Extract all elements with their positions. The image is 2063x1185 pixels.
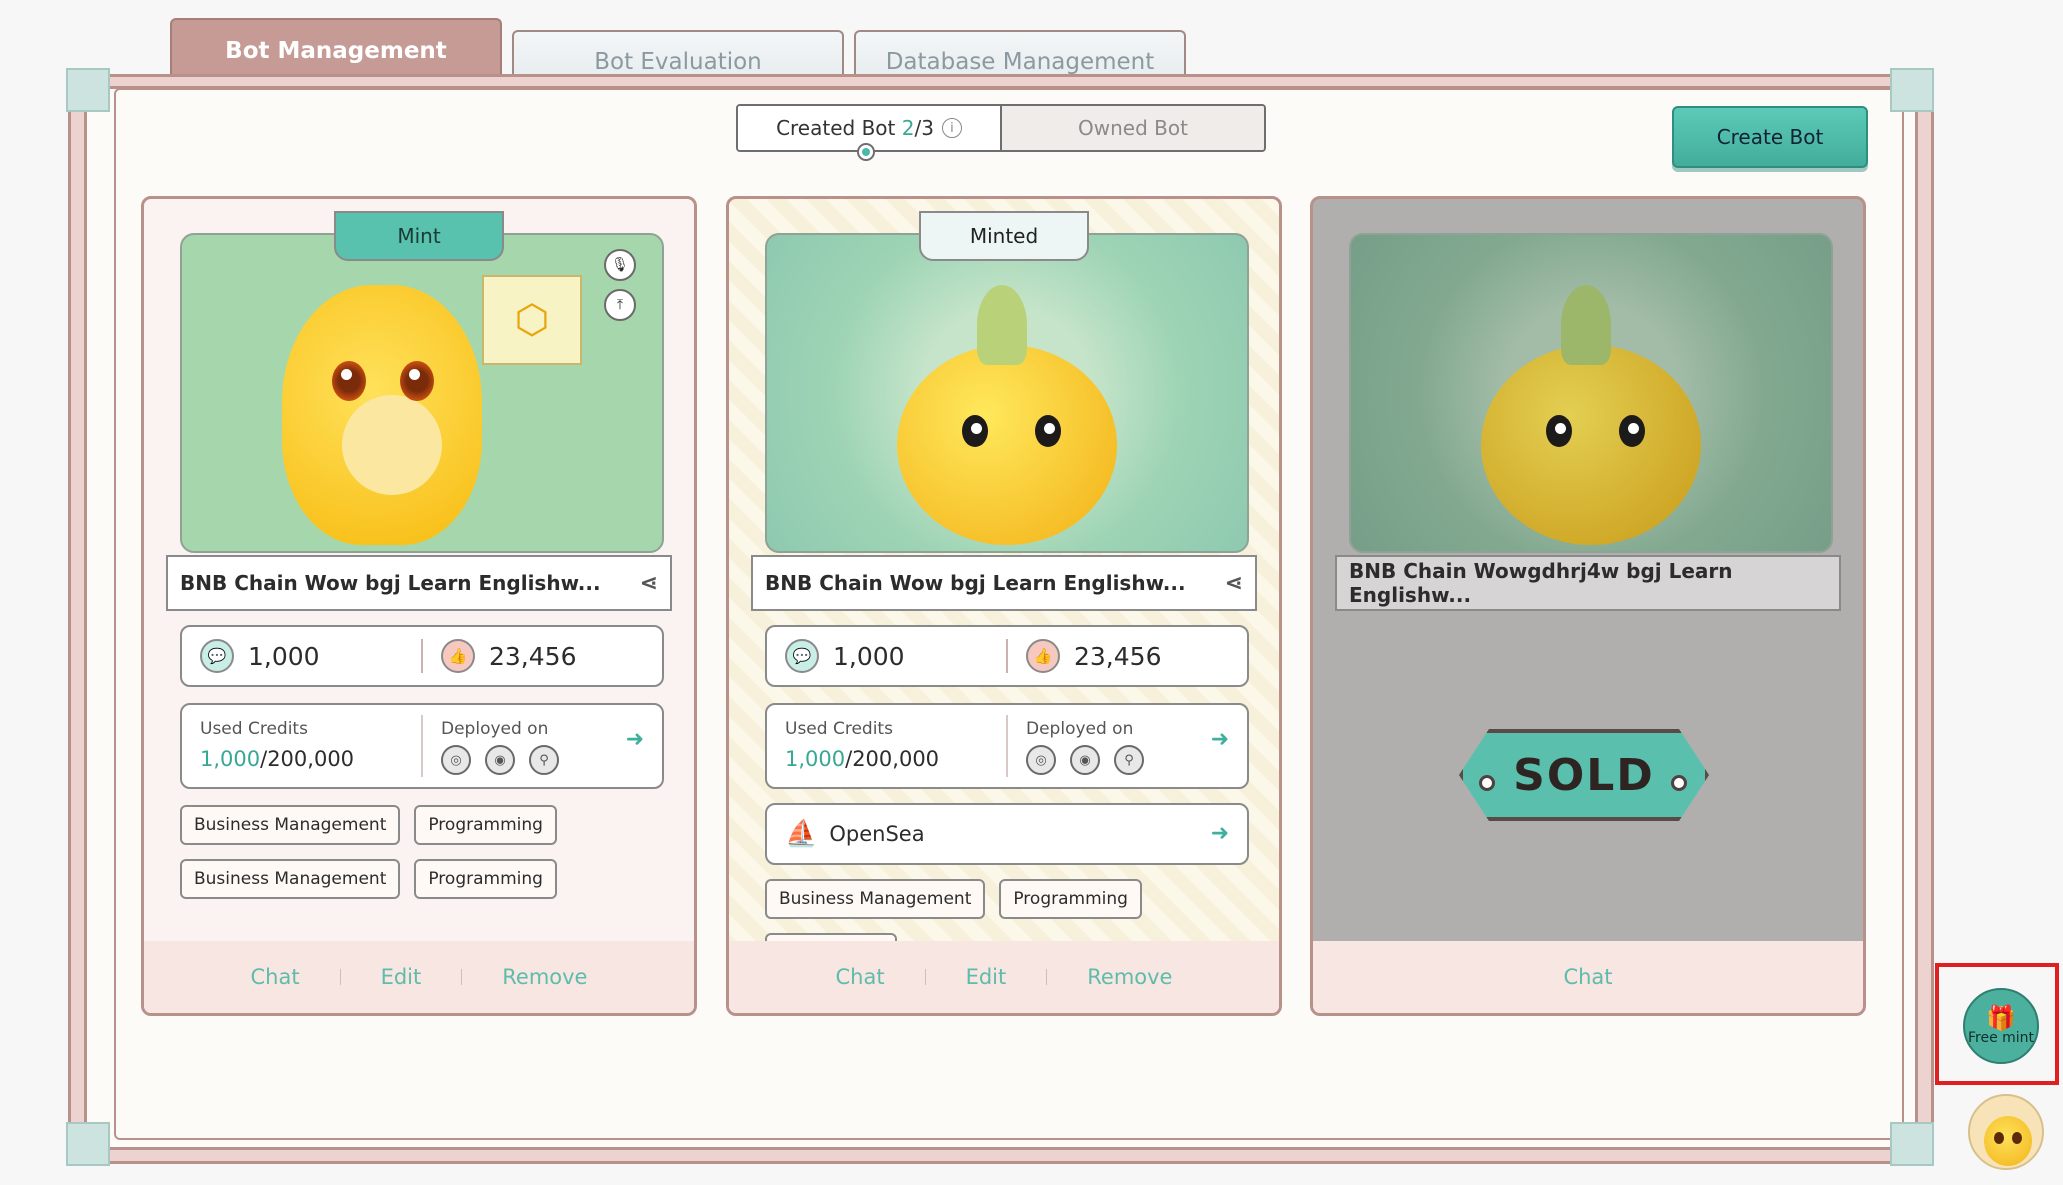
chat-count: 1,000 [248, 641, 320, 671]
share-icon[interactable]: ⋖ [640, 571, 658, 596]
chat-count-icon: 💬 [785, 639, 819, 673]
credits-panel: Used Credits 1,000/200,000 Deployed on ◎… [180, 703, 664, 789]
bot-stats: 💬 1,000 👍 23,456 [180, 625, 664, 687]
tag: Business Management [180, 859, 401, 899]
tab-bot-management[interactable]: Bot Management [170, 18, 502, 82]
deployed-on-label: Deployed on [1026, 719, 1134, 739]
created-bot-label: Created Bot [776, 116, 896, 140]
platform-discord-icon[interactable]: ◉ [485, 745, 515, 775]
credits-panel: Used Credits 1,000/200,000 Deployed on ◎… [765, 703, 1249, 789]
bot-filter-segment: Created Bot 2/3 i Owned Bot [736, 104, 1266, 152]
platform-discord-icon[interactable]: ◉ [1070, 745, 1100, 775]
chat-link[interactable]: Chat [211, 965, 340, 989]
create-bot-button[interactable]: Create Bot [1672, 106, 1868, 168]
used-credits-label: Used Credits [200, 719, 308, 739]
bot-name: BNB Chain Wow bgj Learn Englishw... [180, 571, 601, 595]
microphone-icon[interactable]: 🎙 [604, 249, 636, 281]
upload-icon[interactable]: ⤒ [604, 289, 636, 321]
opensea-label: OpenSea [829, 822, 925, 846]
frame-corner [1890, 68, 1934, 112]
segment-indicator-dot [857, 143, 875, 161]
tag: Business Management [765, 879, 986, 919]
remove-link[interactable]: Remove [1047, 965, 1212, 989]
edit-link[interactable]: Edit [341, 965, 462, 989]
free-mint-label: Free mint [1967, 1030, 2035, 1046]
card-actions: Chat Edit Remove [144, 941, 694, 1013]
free-mint-button[interactable]: 🎁 Free mint [1963, 988, 2039, 1064]
platform-telegram-icon[interactable]: ◎ [441, 745, 471, 775]
bot-name: BNB Chain Wowgdhrj4w bgj Learn Englishw.… [1349, 559, 1733, 607]
tag: Business Management [180, 805, 401, 845]
platform-telegram-icon[interactable]: ◎ [1026, 745, 1056, 775]
card-actions: Chat [1313, 941, 1863, 1013]
bot-card-sold: BNB Chain Wowgdhrj4w bgj Learn Englishw.… [1310, 196, 1866, 1016]
opensea-link[interactable]: ⛵ OpenSea ➜ [765, 803, 1249, 865]
like-count-icon: 👍 [441, 639, 475, 673]
info-icon[interactable]: i [941, 118, 962, 138]
chat-link[interactable]: Chat [796, 965, 925, 989]
frame-corner [66, 68, 110, 112]
frame-corner [66, 1122, 110, 1166]
like-count-icon: 👍 [1026, 639, 1060, 673]
created-bot-total: /3 [914, 116, 934, 140]
tag: Programming [414, 859, 557, 899]
tag: Programming [999, 879, 1142, 919]
frame-corner [1890, 1122, 1934, 1166]
arrow-right-icon[interactable]: ➜ [626, 727, 644, 752]
assistant-avatar[interactable] [1968, 1094, 2044, 1170]
tag-list: Business Management Programming Business… [180, 805, 680, 899]
bot-name-bar: BNB Chain Wow bgj Learn Englishw... ⋖ [751, 555, 1257, 611]
owned-bot-tab[interactable]: Owned Bot [1000, 106, 1264, 150]
card-actions: Chat Edit Remove [729, 941, 1279, 1013]
share-icon[interactable]: ⋖ [1225, 571, 1243, 596]
deployed-on-label: Deployed on [441, 719, 549, 739]
total-credits-value: /200,000 [845, 747, 940, 771]
bot-card: Mint ⬡ 🎙 ⤒ BNB Chain Wow bgj Learn Engli… [141, 196, 697, 1016]
tag: Programming [414, 805, 557, 845]
created-bot-count: 2 [901, 116, 915, 140]
edit-link[interactable]: Edit [926, 965, 1047, 989]
used-credits-value: 1,000 [200, 747, 261, 771]
minted-badge: Minted [919, 211, 1089, 261]
like-count: 23,456 [1074, 641, 1162, 671]
bot-name-bar: BNB Chain Wow bgj Learn Englishw... ⋖ [166, 555, 672, 611]
arrow-right-icon[interactable]: ➜ [1211, 727, 1229, 752]
opensea-icon: ⛵ [785, 819, 818, 849]
bot-avatar-image: ⬡ [180, 233, 664, 553]
like-count: 23,456 [489, 641, 577, 671]
used-credits-label: Used Credits [785, 719, 893, 739]
chat-count: 1,000 [833, 641, 905, 671]
bot-card: Minted BNB Chain Wow bgj Learn Englishw.… [726, 196, 1282, 1016]
sold-badge-rivet [1479, 775, 1495, 791]
arrow-right-icon: ➜ [1210, 821, 1229, 846]
gift-icon: 🎁 [1986, 1004, 2016, 1032]
platform-link-icon[interactable]: ⚲ [1114, 745, 1144, 775]
total-credits-value: /200,000 [260, 747, 355, 771]
bot-avatar-image [1349, 233, 1833, 553]
bot-avatar-image [765, 233, 1249, 553]
sold-badge: SOLD [1459, 729, 1709, 821]
bot-stats: 💬 1,000 👍 23,456 [765, 625, 1249, 687]
chat-count-icon: 💬 [200, 639, 234, 673]
bot-name-bar: BNB Chain Wowgdhrj4w bgj Learn Englishw.… [1335, 555, 1841, 611]
mint-button[interactable]: Mint [334, 211, 504, 261]
used-credits-value: 1,000 [785, 747, 846, 771]
chat-link[interactable]: Chat [1523, 965, 1652, 989]
platform-link-icon[interactable]: ⚲ [529, 745, 559, 775]
sold-badge-rivet [1671, 775, 1687, 791]
bot-name: BNB Chain Wow bgj Learn Englishw... [765, 571, 1186, 595]
remove-link[interactable]: Remove [462, 965, 627, 989]
flag-logo: ⬡ [482, 275, 582, 365]
